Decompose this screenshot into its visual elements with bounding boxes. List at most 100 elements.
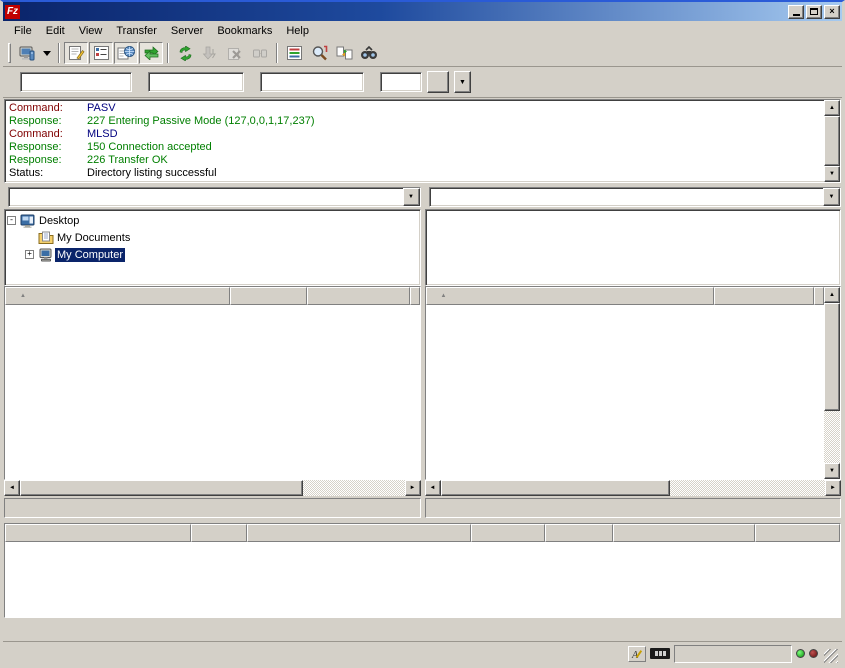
chevron-down-icon[interactable]: ▼ xyxy=(403,188,420,206)
queue-status-text xyxy=(674,645,792,663)
local-pane: ▼ -DesktopMy Documents+My Computer ▲ xyxy=(4,187,421,518)
scroll-right-icon[interactable]: ► xyxy=(405,480,421,496)
cancel-operation-button[interactable] xyxy=(223,42,247,64)
menu-item-file[interactable]: File xyxy=(7,23,39,39)
host-input[interactable] xyxy=(20,72,132,92)
queue-header xyxy=(5,524,840,542)
site-manager-button[interactable] xyxy=(15,42,39,64)
close-icon: × xyxy=(829,7,834,16)
disconnect-button[interactable] xyxy=(248,42,272,64)
column-header-filename[interactable]: ▲ xyxy=(5,287,230,305)
resize-grip[interactable] xyxy=(824,649,838,663)
column-header-filesize[interactable] xyxy=(714,287,814,305)
minimize-icon xyxy=(793,14,800,16)
toggle-remote-tree-button[interactable] xyxy=(114,42,138,64)
scrollbar-thumb[interactable] xyxy=(20,480,303,496)
scroll-down-icon[interactable]: ▼ xyxy=(824,463,840,479)
queue-toggle-icon xyxy=(143,46,160,60)
column-header-remote-file[interactable] xyxy=(247,524,471,542)
maximize-button[interactable] xyxy=(806,5,822,19)
toggle-local-tree-button[interactable] xyxy=(89,42,113,64)
queue-tabs xyxy=(4,618,841,641)
menu-item-view[interactable]: View xyxy=(72,23,110,39)
filter-icon xyxy=(286,45,303,61)
local-tree-toggle-icon xyxy=(93,45,110,61)
site-manager-dropdown-button[interactable] xyxy=(40,42,54,64)
chevron-down-icon: ▼ xyxy=(459,79,466,86)
scroll-down-icon[interactable]: ▼ xyxy=(824,166,840,182)
sort-ascending-icon: ▲ xyxy=(441,293,447,299)
column-header-last-modified[interactable] xyxy=(410,287,420,305)
menu-item-transfer[interactable]: Transfer xyxy=(109,23,164,39)
scrollbar-thumb[interactable] xyxy=(824,303,840,411)
local-horizontal-scrollbar[interactable]: ◄ ► xyxy=(4,480,421,496)
tree-item-my-computer[interactable]: +My Computer xyxy=(7,246,418,263)
site-manager-icon xyxy=(18,45,36,62)
column-header-filetype[interactable] xyxy=(307,287,410,305)
local-file-list: ▲ xyxy=(4,286,421,480)
toggle-log-button[interactable] xyxy=(64,42,88,64)
column-header-server-local-file[interactable] xyxy=(5,524,191,542)
menu-item-bookmarks[interactable]: Bookmarks xyxy=(210,23,279,39)
sort-ascending-icon: ▲ xyxy=(20,293,26,299)
local-status-text xyxy=(4,498,421,518)
column-header-filesize[interactable] xyxy=(230,287,307,305)
process-queue-button[interactable] xyxy=(198,42,222,64)
synchronized-browsing-button[interactable] xyxy=(357,42,381,64)
column-header-filename[interactable]: ▲ xyxy=(426,287,714,305)
documents-icon xyxy=(38,231,55,244)
remote-horizontal-scrollbar[interactable]: ◄ ► xyxy=(425,480,842,496)
menu-item-server[interactable]: Server xyxy=(164,23,210,39)
red-led-icon xyxy=(809,649,818,658)
cancel-icon xyxy=(227,46,243,61)
local-directory-tree: -DesktopMy Documents+My Computer xyxy=(4,209,421,286)
scrollbar-thumb[interactable] xyxy=(441,480,670,496)
chevron-down-icon[interactable]: ▼ xyxy=(823,188,840,206)
remote-site-combobox[interactable]: ▼ xyxy=(429,187,842,207)
tree-item-desktop[interactable]: -Desktop xyxy=(7,212,418,229)
column-header-size[interactable] xyxy=(471,524,545,542)
find-files-button[interactable] xyxy=(307,42,331,64)
close-button[interactable]: × xyxy=(824,5,840,19)
local-site-combobox[interactable]: ▼ xyxy=(8,187,421,207)
remote-status-text xyxy=(425,498,842,518)
column-header-status[interactable] xyxy=(613,524,755,542)
menu-item-edit[interactable]: Edit xyxy=(39,23,72,39)
computer-icon xyxy=(38,248,55,262)
scroll-up-icon[interactable]: ▲ xyxy=(824,287,840,303)
refresh-button[interactable] xyxy=(173,42,197,64)
tree-item-my-documents[interactable]: My Documents xyxy=(7,229,418,246)
scroll-right-icon[interactable]: ► xyxy=(825,480,841,496)
toolbar-separator xyxy=(58,43,60,63)
green-led-icon xyxy=(796,649,805,658)
password-input[interactable] xyxy=(260,72,364,92)
toolbar-grip[interactable] xyxy=(8,43,11,63)
scroll-left-icon[interactable]: ◄ xyxy=(425,480,441,496)
log-line: Status:Directory listing successful xyxy=(9,167,824,180)
directory-comparison-button[interactable] xyxy=(332,42,356,64)
status-badge-icon[interactable] xyxy=(650,648,670,659)
filter-button[interactable] xyxy=(282,42,306,64)
toggle-queue-button[interactable] xyxy=(139,42,163,64)
scroll-left-icon[interactable]: ◄ xyxy=(4,480,20,496)
port-input[interactable] xyxy=(380,72,422,92)
menu-item-help[interactable]: Help xyxy=(279,23,316,39)
scrollbar-thumb[interactable] xyxy=(824,116,840,166)
maximize-icon xyxy=(810,8,818,15)
toolbar-separator xyxy=(167,43,169,63)
quickconnect-button[interactable] xyxy=(427,71,449,93)
column-header-direction[interactable] xyxy=(191,524,247,542)
remote-file-list: ▲ ▲ ▼ xyxy=(425,286,842,480)
minimize-button[interactable] xyxy=(788,5,804,19)
ascii-datatype-indicator-icon[interactable]: A xyxy=(628,646,646,662)
log-scrollbar[interactable]: ▲ ▼ xyxy=(824,100,840,182)
title-bar[interactable]: Fz × xyxy=(3,2,842,21)
scroll-up-icon[interactable]: ▲ xyxy=(824,100,840,116)
username-input[interactable] xyxy=(148,72,244,92)
toolbar-separator xyxy=(276,43,278,63)
remote-vertical-scrollbar[interactable]: ▲ ▼ xyxy=(824,287,840,479)
browser-panes: ▼ -DesktopMy Documents+My Computer ▲ xyxy=(3,185,842,518)
column-header-priority[interactable] xyxy=(545,524,613,542)
compare-icon xyxy=(336,45,353,61)
quickconnect-dropdown-button[interactable]: ▼ xyxy=(454,71,471,93)
